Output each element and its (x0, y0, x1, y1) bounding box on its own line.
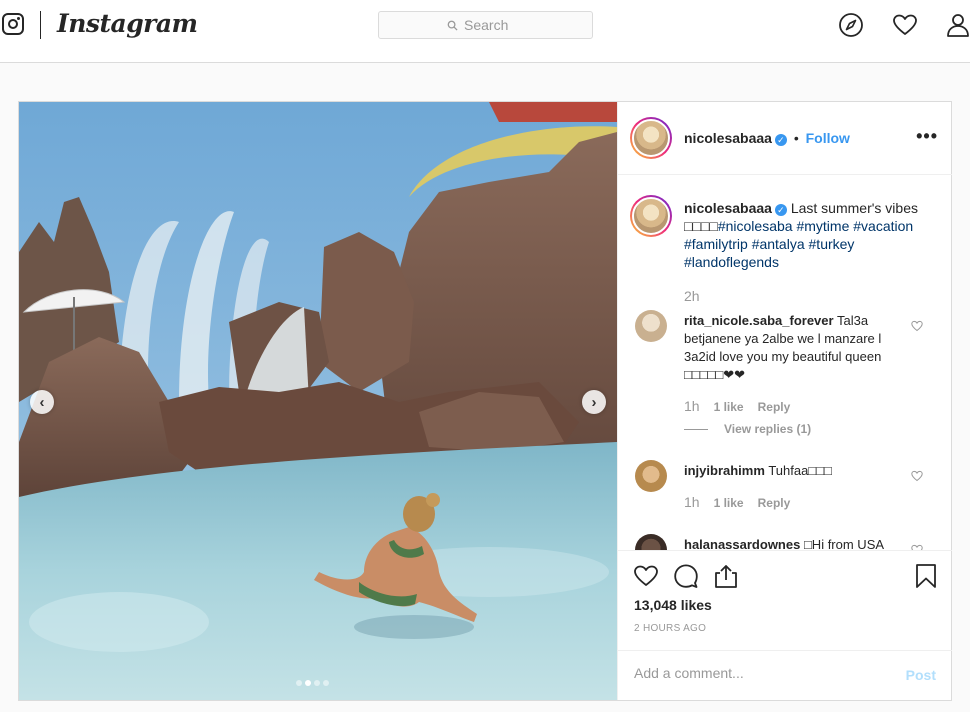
caption-emoji: □□□□ (684, 218, 718, 234)
likes-count[interactable]: 13,048 likes (634, 597, 712, 613)
hashtag-link[interactable]: #landoflegends (684, 254, 779, 270)
carousel-dot (296, 680, 302, 686)
carousel-dot (314, 680, 320, 686)
post-timestamp[interactable]: 2 HOURS AGO (634, 623, 706, 634)
nav-divider (40, 11, 41, 39)
comment-item: injyibrahimm Tuhfaa□□□ (684, 462, 904, 480)
search-input[interactable] (464, 17, 524, 33)
comment-meta: 1h 1 like Reply (684, 494, 790, 510)
search-icon (447, 20, 458, 31)
carousel-dot-active (305, 680, 311, 686)
carousel-prev-button[interactable]: ‹ (30, 390, 54, 414)
comment-item: halanassardownes □Hi from USA (684, 536, 904, 550)
header-separator: • (793, 130, 799, 146)
post-header: nicolesabaaa ✓ • Follow ••• (618, 102, 952, 175)
carousel-indicator (296, 680, 329, 686)
comment-likes[interactable]: 1 like (714, 496, 744, 510)
reply-button[interactable]: Reply (758, 496, 791, 510)
carousel-dot (323, 680, 329, 686)
caption-body: Last summer's vibes (790, 200, 918, 216)
follow-button[interactable]: Follow (806, 130, 850, 146)
commenter-username[interactable]: rita_nicole.saba_forever (684, 313, 834, 328)
comment-time[interactable]: 1h (684, 398, 700, 414)
caption-username[interactable]: nicolesabaaa (684, 200, 772, 216)
post-actions: 13,048 likes 2 HOURS AGO (618, 550, 952, 650)
verified-badge-icon: ✓ (774, 204, 787, 216)
heart-icon[interactable] (892, 12, 918, 38)
verified-badge-icon: ✓ (774, 134, 787, 146)
like-heart-icon[interactable] (633, 563, 659, 589)
hashtag-link[interactable]: #antalya (752, 236, 805, 252)
comment-like-heart-icon[interactable] (911, 470, 923, 482)
comment-input[interactable] (634, 665, 894, 681)
profile-icon[interactable] (945, 12, 970, 38)
comment-bubble-icon[interactable] (673, 563, 699, 589)
replies-line (684, 428, 708, 430)
post-photo[interactable]: ‹ › (19, 102, 617, 700)
caption-avatar[interactable] (630, 195, 672, 237)
bookmark-icon[interactable] (915, 563, 937, 589)
commenter-username[interactable]: halanassardownes (684, 537, 800, 550)
hashtag-link[interactable]: #mytime (796, 218, 849, 234)
instagram-glyph-icon[interactable] (2, 13, 24, 35)
view-replies-button[interactable]: View replies (1) (724, 422, 811, 436)
comments-section[interactable]: nicolesabaaa ✓ Last summer's vibes □□□□#n… (618, 176, 952, 550)
post-comment-button[interactable]: Post (906, 667, 936, 683)
add-comment-bar: Post (618, 650, 952, 700)
carousel-next-button[interactable]: › (582, 390, 606, 414)
hashtag-link[interactable]: #familytrip (684, 236, 748, 252)
post-card: ‹ › nicolesabaaa ✓ • Follow ••• nicolesab… (18, 101, 952, 701)
more-options-button[interactable]: ••• (916, 126, 938, 147)
reply-button[interactable]: Reply (758, 400, 791, 414)
caption-timestamp[interactable]: 2h (684, 288, 700, 304)
commenter-avatar[interactable] (635, 460, 667, 492)
author-username[interactable]: nicolesabaaa (684, 130, 772, 146)
search-box[interactable] (378, 11, 593, 39)
top-navigation: Instagram (0, 0, 970, 63)
share-icon[interactable] (713, 563, 739, 589)
commenter-avatar[interactable] (635, 534, 667, 550)
hashtag-link[interactable]: #nicolesaba (718, 218, 793, 234)
view-replies[interactable]: View replies (1) (684, 422, 811, 436)
comment-item: rita_nicole.saba_forever Tal3a betjanene… (684, 312, 904, 384)
commenter-username[interactable]: injyibrahimm (684, 463, 765, 478)
comment-text: Tuhfaa□□□ (768, 463, 832, 478)
comment-likes[interactable]: 1 like (714, 400, 744, 414)
comment-text: □Hi from USA (803, 537, 885, 550)
author-avatar[interactable] (630, 117, 672, 159)
comment-like-heart-icon[interactable] (911, 320, 923, 332)
hashtag-link[interactable]: #vacation (853, 218, 913, 234)
commenter-avatar[interactable] (635, 310, 667, 342)
hashtag-link[interactable]: #turkey (809, 236, 855, 252)
comment-time[interactable]: 1h (684, 494, 700, 510)
compass-icon[interactable] (838, 12, 864, 38)
post-side-panel: nicolesabaaa ✓ • Follow ••• nicolesabaaa ✓… (617, 102, 952, 700)
instagram-wordmark[interactable]: Instagram (57, 9, 198, 38)
comment-meta: 1h 1 like Reply (684, 398, 790, 414)
caption-text: nicolesabaaa ✓ Last summer's vibes □□□□#n… (684, 199, 934, 271)
water-park-photo (19, 102, 617, 700)
